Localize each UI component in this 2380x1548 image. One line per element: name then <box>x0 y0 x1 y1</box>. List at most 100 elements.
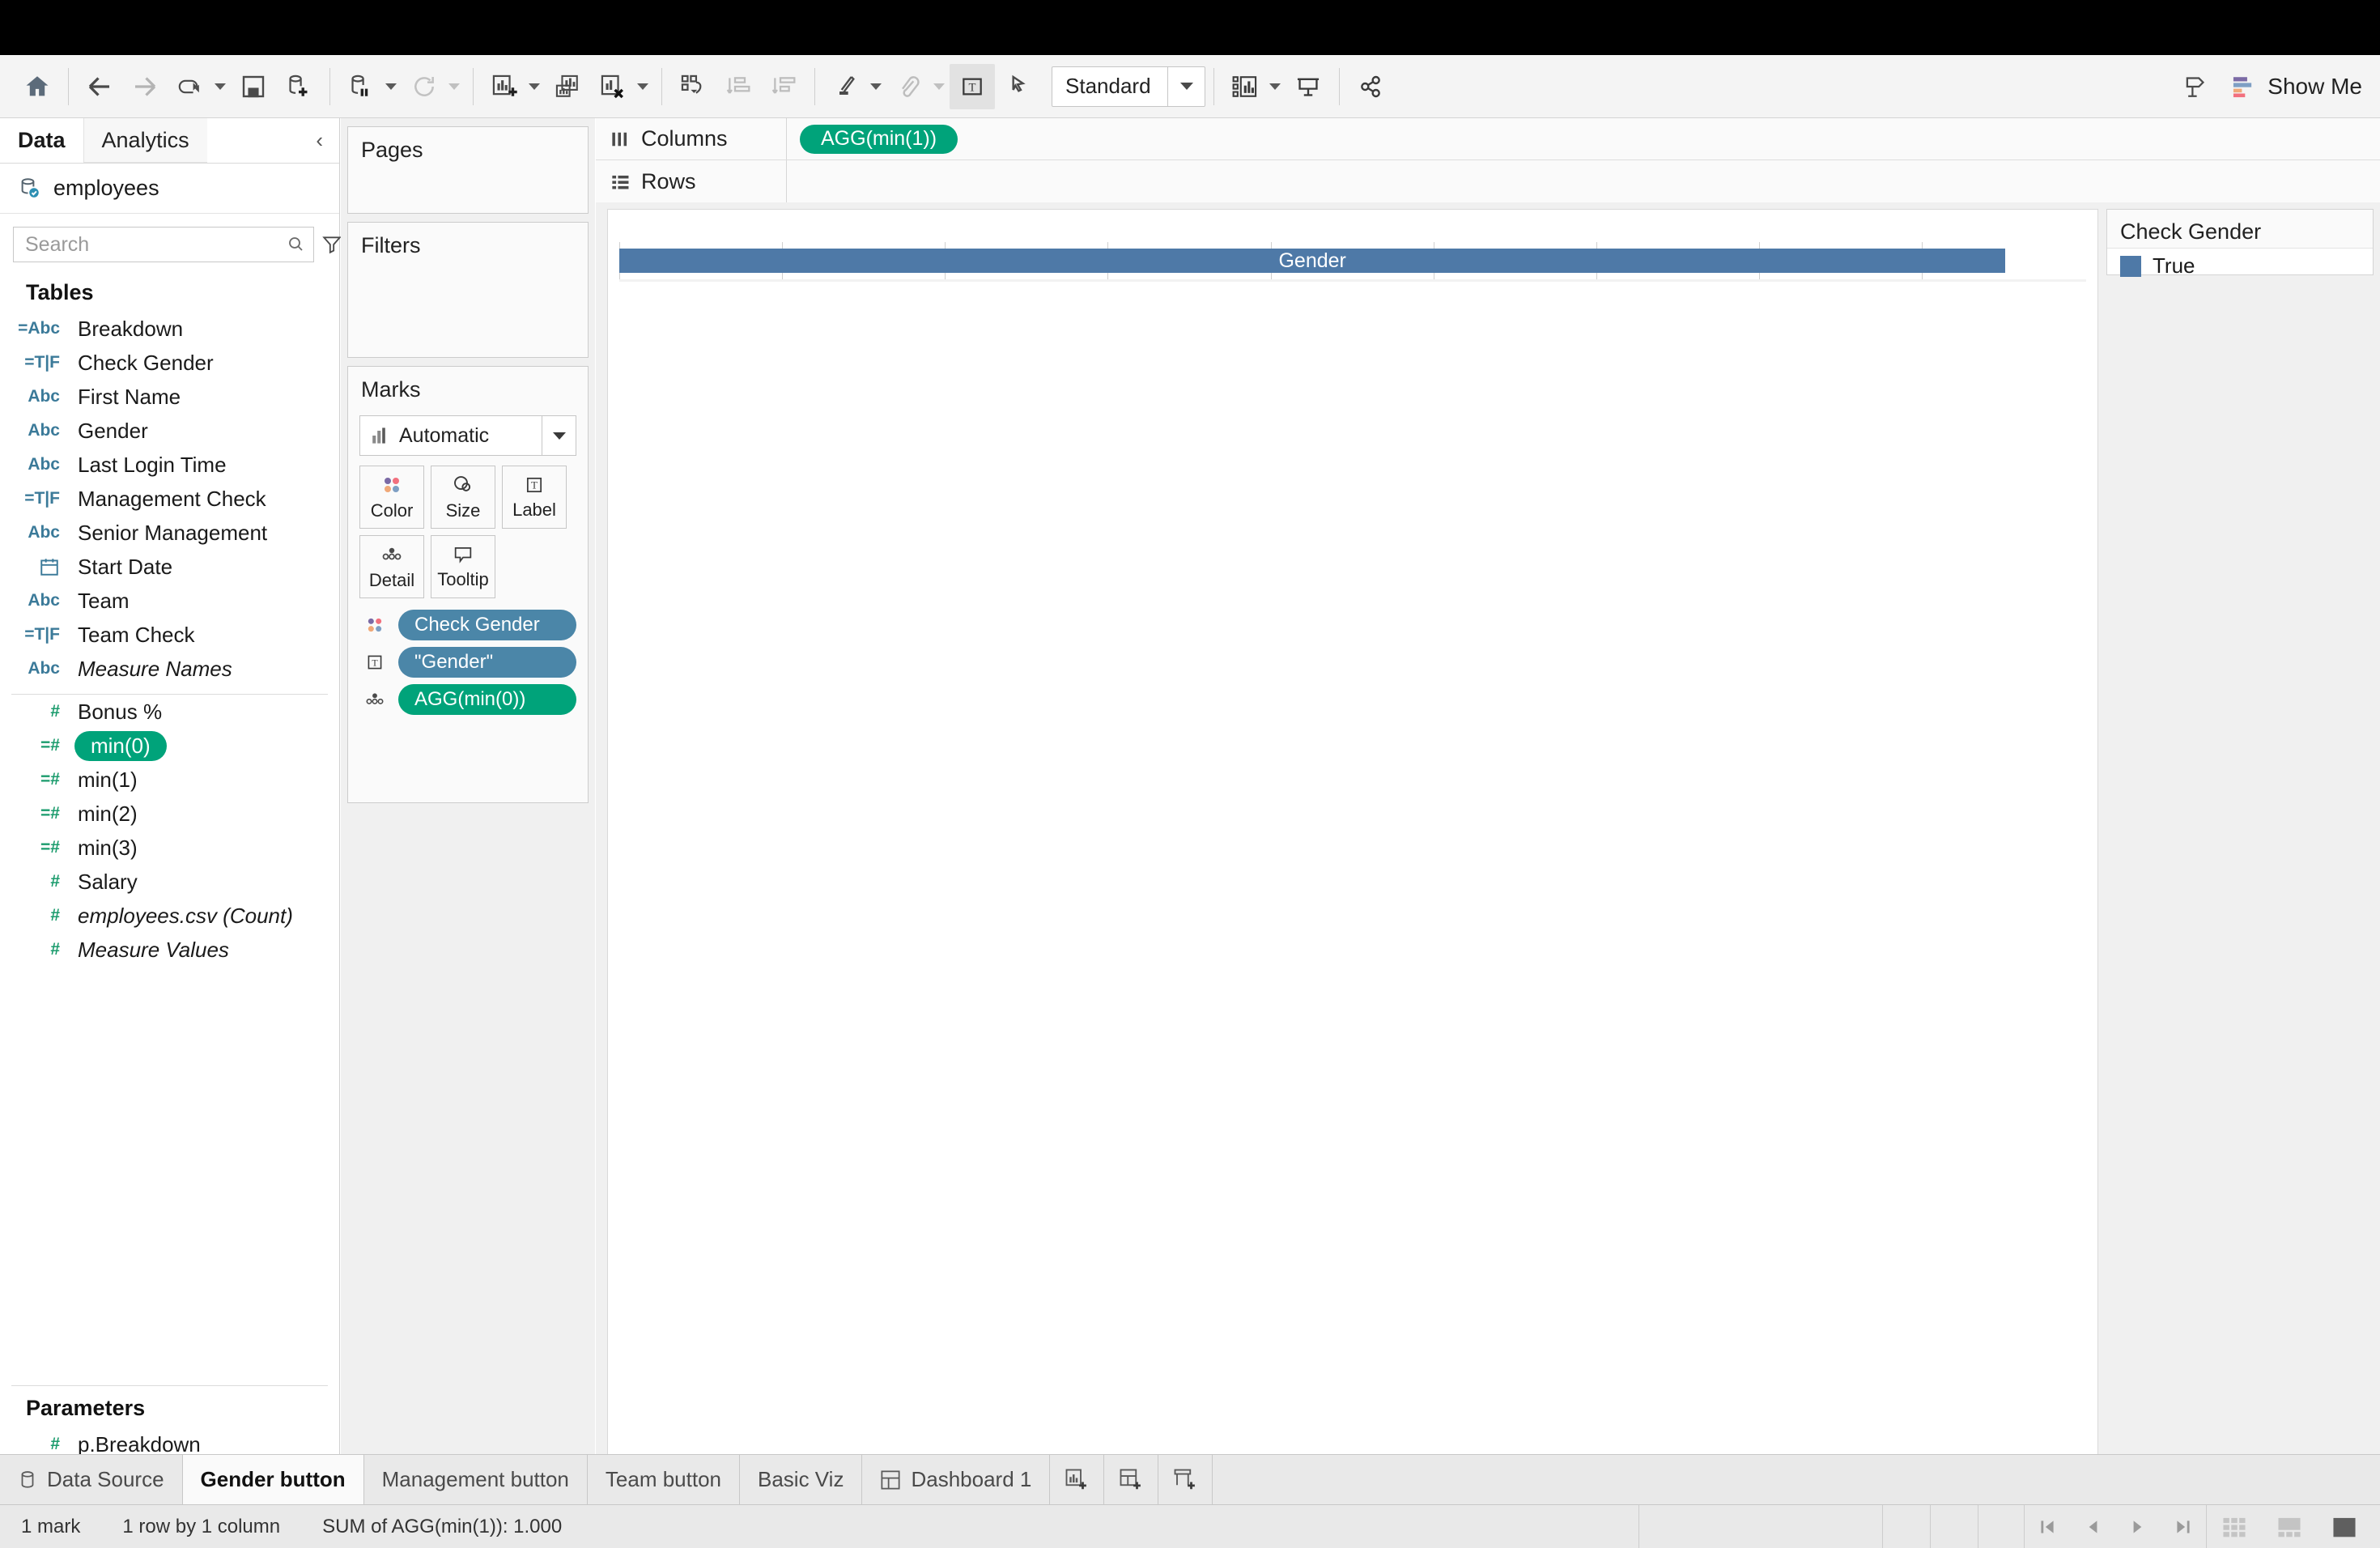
duplicate-sheet-icon[interactable] <box>545 64 590 109</box>
mark-pill-row[interactable]: AGG(min(0)) <box>359 684 576 715</box>
new-worksheet-icon[interactable] <box>482 64 527 109</box>
columns-drop-zone[interactable]: AGG(min(1)) <box>787 118 2380 159</box>
new-story-tab-button[interactable] <box>1158 1455 1213 1504</box>
field-row[interactable]: AbcLast Login Time <box>0 448 339 482</box>
cards-dropdown-caret[interactable] <box>1269 83 1281 90</box>
highlighter-icon[interactable] <box>823 64 869 109</box>
mark-pill-row[interactable]: T "Gender" <box>359 647 576 678</box>
tab-data[interactable]: Data <box>0 118 83 163</box>
pages-card[interactable]: Pages <box>347 126 589 214</box>
mark-pill-agg-min0[interactable]: AGG(min(0)) <box>398 684 576 715</box>
undo-dropdown-caret[interactable] <box>215 83 226 90</box>
field-row[interactable]: =T|FManagement Check <box>0 482 339 516</box>
search-input-wrap[interactable] <box>13 227 314 262</box>
pause-dropdown-caret[interactable] <box>385 83 397 90</box>
field-row[interactable]: #employees.csv (Count) <box>0 899 339 933</box>
field-row[interactable]: Start Date <box>0 550 339 584</box>
tooltip-shelf-button[interactable]: Tooltip <box>431 535 495 598</box>
field-row[interactable]: #Measure Values <box>0 933 339 967</box>
tab-data-source[interactable]: Data Source <box>0 1455 183 1504</box>
highlight-dropdown-caret[interactable] <box>870 83 882 90</box>
next-page-icon[interactable] <box>2115 1505 2161 1548</box>
fit-select[interactable]: Standard <box>1052 66 1205 107</box>
tab-team-button[interactable]: Team button <box>588 1455 740 1504</box>
search-icon[interactable] <box>286 235 305 254</box>
new-worksheet-tab-button[interactable] <box>1050 1455 1104 1504</box>
group-dropdown-caret[interactable] <box>933 83 945 90</box>
field-label: Measure Names <box>70 657 232 682</box>
forward-arrow-icon[interactable] <box>122 64 168 109</box>
bar-mark[interactable]: Gender <box>619 249 2005 273</box>
new-worksheet-dropdown-caret[interactable] <box>529 83 540 90</box>
worksheet-canvas[interactable]: Gender <box>607 209 2098 1474</box>
mark-pill-check-gender[interactable]: Check Gender <box>398 610 576 640</box>
field-row[interactable]: =AbcBreakdown <box>0 312 339 346</box>
field-row[interactable]: #Bonus % <box>0 695 339 729</box>
filmstrip-view-icon[interactable] <box>2262 1505 2317 1548</box>
tab-gender-button[interactable]: Gender button <box>183 1455 364 1504</box>
pause-auto-updates-icon[interactable] <box>338 64 384 109</box>
field-row[interactable]: =T|FCheck Gender <box>0 346 339 380</box>
field-row[interactable]: AbcTeam <box>0 584 339 618</box>
field-row[interactable]: AbcFirst Name <box>0 380 339 414</box>
rows-drop-zone[interactable] <box>787 160 2380 202</box>
sort-descending-icon[interactable] <box>761 64 806 109</box>
clear-sheet-icon[interactable] <box>590 64 635 109</box>
size-shelf-label: Size <box>446 500 481 521</box>
first-page-icon[interactable] <box>2025 1505 2070 1548</box>
show-hide-cards-icon[interactable] <box>1222 64 1268 109</box>
save-icon[interactable] <box>231 64 276 109</box>
chevron-down-icon[interactable] <box>1167 67 1205 106</box>
tab-basic-viz[interactable]: Basic Viz <box>740 1455 862 1504</box>
size-shelf-button[interactable]: Size <box>431 466 495 529</box>
field-label: min(0) <box>74 731 167 761</box>
columns-pill-agg-min1[interactable]: AGG(min(1)) <box>800 125 958 154</box>
tab-dashboard-1[interactable]: Dashboard 1 <box>862 1455 1050 1504</box>
home-icon[interactable] <box>15 64 60 109</box>
data-source-row[interactable]: employees <box>0 164 339 214</box>
field-row[interactable]: =#min(1) <box>0 763 339 797</box>
label-shelf-button[interactable]: T Label <box>502 466 567 529</box>
color-shelf-button[interactable]: Color <box>359 466 424 529</box>
field-row[interactable]: AbcMeasure Names <box>0 652 339 686</box>
grid-view-icon[interactable] <box>2207 1505 2262 1548</box>
chevron-down-icon[interactable] <box>542 416 576 455</box>
mark-pill-gender-label[interactable]: "Gender" <box>398 647 576 678</box>
search-input[interactable] <box>25 233 286 257</box>
field-row[interactable]: =#min(2) <box>0 797 339 831</box>
show-mark-labels-icon[interactable]: T <box>950 64 995 109</box>
mark-type-select[interactable]: Automatic <box>359 415 576 456</box>
previous-page-icon[interactable] <box>2070 1505 2115 1548</box>
tab-management-button[interactable]: Management button <box>364 1455 588 1504</box>
refresh-dropdown-caret[interactable] <box>448 83 460 90</box>
fix-axes-icon[interactable] <box>995 64 1040 109</box>
field-row-selected[interactable]: =#min(0) <box>0 729 339 763</box>
field-row[interactable]: #Salary <box>0 865 339 899</box>
mark-pill-row[interactable]: Check Gender <box>359 610 576 640</box>
new-dashboard-tab-button[interactable] <box>1104 1455 1158 1504</box>
field-row[interactable]: =#min(3) <box>0 831 339 865</box>
new-data-source-icon[interactable] <box>276 64 321 109</box>
show-me-button[interactable]: Show Me <box>2230 74 2362 100</box>
last-page-icon[interactable] <box>2161 1505 2206 1548</box>
undo-icon[interactable] <box>168 64 213 109</box>
field-row[interactable]: =T|FTeam Check <box>0 618 339 652</box>
sort-ascending-icon[interactable] <box>716 64 761 109</box>
share-icon[interactable] <box>1348 64 1393 109</box>
tab-analytics[interactable]: Analytics <box>83 118 207 163</box>
sheet-view-icon[interactable] <box>2317 1505 2372 1548</box>
toolbar-divider-2 <box>329 68 330 105</box>
detail-shelf-button[interactable]: Detail <box>359 535 424 598</box>
back-arrow-icon[interactable] <box>77 64 122 109</box>
legend-item[interactable]: True <box>2107 249 2373 279</box>
collapse-pane-icon[interactable]: ‹ <box>309 118 329 163</box>
filters-card[interactable]: Filters <box>347 222 589 358</box>
group-members-icon[interactable] <box>886 64 932 109</box>
field-row[interactable]: AbcGender <box>0 414 339 448</box>
field-row[interactable]: AbcSenior Management <box>0 516 339 550</box>
clear-sheet-dropdown-caret[interactable] <box>637 83 648 90</box>
refresh-data-source-icon[interactable] <box>402 64 447 109</box>
signpost-icon[interactable] <box>2172 64 2217 109</box>
presentation-mode-icon[interactable] <box>1286 64 1331 109</box>
swap-rows-columns-icon[interactable] <box>670 64 716 109</box>
